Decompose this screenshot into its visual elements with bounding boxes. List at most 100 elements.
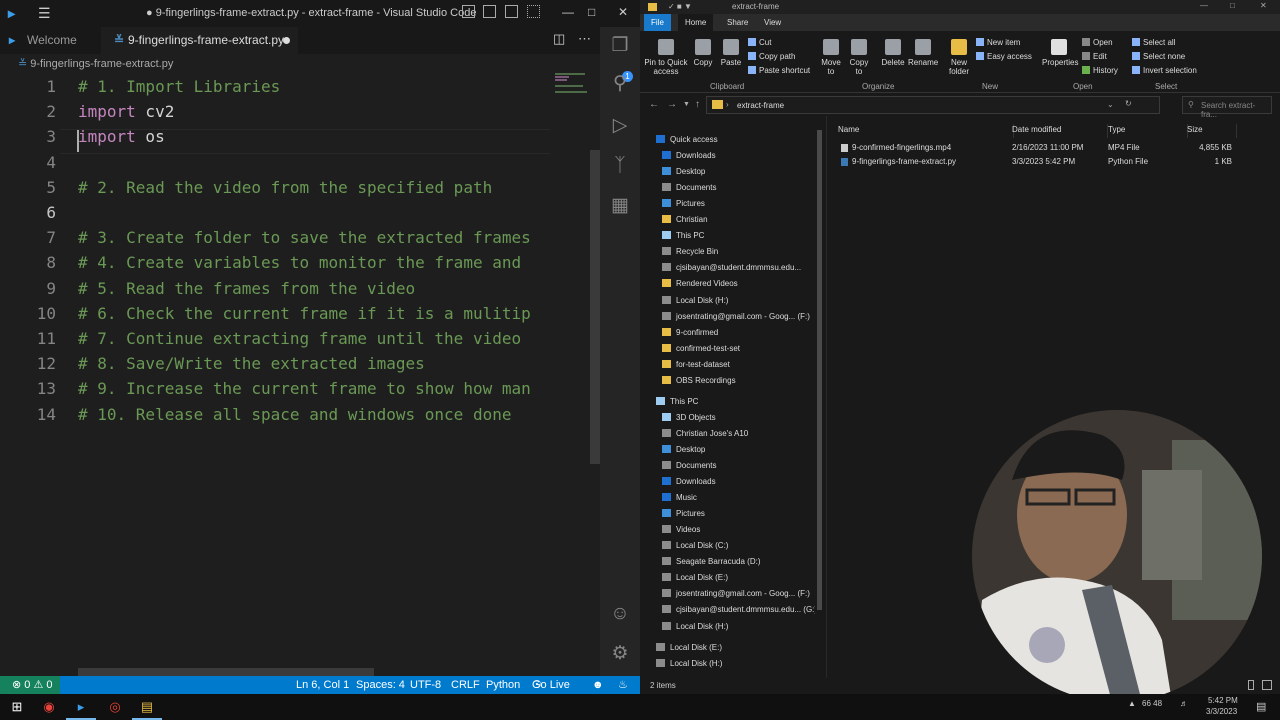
close-icon[interactable]: ✕ <box>1260 1 1267 10</box>
paste-button[interactable]: Paste <box>720 39 742 67</box>
toggle-sidebar-icon[interactable] <box>462 5 475 18</box>
code-line[interactable] <box>78 200 552 225</box>
chrome-icon[interactable]: ◎ <box>100 694 130 720</box>
search-icon[interactable]: ⚲ <box>609 73 631 95</box>
easy-access-button[interactable]: Easy access <box>976 52 1032 61</box>
select-all-button[interactable]: Select all <box>1132 38 1175 47</box>
tab-welcome[interactable]: ▸ Welcome <box>0 27 101 54</box>
code-editor[interactable]: 1 # 1. Import Libraries 2 import cv2 3 import… <box>0 72 600 668</box>
close-icon[interactable]: ✕ <box>618 5 628 19</box>
cursor-position[interactable]: Ln 6, Col 1 <box>296 676 349 694</box>
nav-item[interactable]: Recycle Bin✸ <box>662 244 824 260</box>
invert-selection-button[interactable]: Invert selection <box>1132 66 1197 75</box>
large-icons-view-icon[interactable] <box>1262 680 1272 690</box>
hamburger-menu-icon[interactable]: ☰ <box>38 5 51 22</box>
rename-button[interactable]: Rename <box>908 39 938 67</box>
nav-item[interactable]: 3D Objects <box>662 410 824 426</box>
properties-button[interactable]: Properties <box>1042 39 1078 67</box>
vscode-taskbar-icon[interactable]: ▸ <box>66 694 96 720</box>
nav-item[interactable]: josentrating@gmail.com - Goog... (F:) <box>662 586 824 602</box>
nav-item[interactable]: Documents <box>662 458 824 474</box>
nav-item[interactable]: Videos <box>662 522 824 538</box>
more-actions-icon[interactable]: ⋯ <box>578 31 591 47</box>
new-item-button[interactable]: New item <box>976 38 1020 47</box>
tab-file[interactable]: File <box>644 14 671 31</box>
clock-date[interactable]: 3/3/2023 <box>1206 707 1237 716</box>
notifications-bell-icon[interactable]: ♨ <box>618 676 628 694</box>
code-line[interactable]: # 5. Read the frames from the video <box>78 276 552 301</box>
new-folder-button[interactable]: New folder <box>946 39 972 76</box>
line-ending[interactable]: CRLF <box>451 676 480 694</box>
forward-arrow-icon[interactable]: → <box>667 99 677 110</box>
move-to-button[interactable]: Move to <box>820 39 842 76</box>
nav-scrollbar[interactable] <box>815 124 824 678</box>
nav-item[interactable]: 9-confirmed <box>662 325 824 341</box>
navigation-pane[interactable]: Quick access Downloads✸Desktop✸Documents✸… <box>640 126 824 678</box>
customize-layout-icon[interactable] <box>527 5 540 18</box>
nav-item[interactable]: Music <box>662 490 824 506</box>
tab-home[interactable]: Home <box>678 14 714 31</box>
code-line[interactable]: # 3. Create folder to save the extracted… <box>78 225 552 250</box>
minimap[interactable] <box>555 72 589 94</box>
windows-start-icon[interactable]: ⊞ <box>2 694 32 720</box>
nav-item[interactable]: for-test-dataset <box>662 357 824 373</box>
nav-item[interactable]: Pictures✸ <box>662 196 824 212</box>
chevron-down-icon[interactable]: ⌄ <box>1107 100 1114 109</box>
select-none-button[interactable]: Select none <box>1132 52 1185 61</box>
source-control-icon[interactable]: ᛉ <box>609 155 631 177</box>
toggle-panel-icon[interactable] <box>483 5 496 18</box>
column-date-modified[interactable]: Date modified <box>1012 124 1108 138</box>
open-button[interactable]: Open <box>1082 38 1113 47</box>
nav-item[interactable]: This PC✸ <box>662 228 824 244</box>
code-line[interactable]: # 7. Continue extracting frame until the… <box>78 326 552 351</box>
code-line[interactable]: # 4. Create variables to monitor the fra… <box>78 250 552 275</box>
nav-item[interactable]: Documents✸ <box>662 180 824 196</box>
minimize-icon[interactable]: — <box>562 5 574 19</box>
copy-to-button[interactable]: Copy to <box>848 39 870 76</box>
nav-item[interactable]: Desktop <box>662 442 824 458</box>
code-line[interactable]: # 1. Import Libraries <box>78 74 552 99</box>
nav-item[interactable]: josentrating@gmail.com - Goog... (F:)✸ <box>662 309 824 325</box>
copy-button[interactable]: Copy <box>692 39 714 67</box>
tab-view[interactable]: View <box>757 14 788 31</box>
up-arrow-icon[interactable]: ↑ <box>695 99 700 110</box>
column-name[interactable]: Name <box>838 124 1014 138</box>
clock-time[interactable]: 5:42 PM <box>1208 696 1238 705</box>
nav-item[interactable]: Christian✸ <box>662 212 824 228</box>
unsaved-dot-icon[interactable] <box>283 37 290 44</box>
nav-item[interactable]: Pictures <box>662 506 824 522</box>
delete-button[interactable]: Delete <box>880 39 906 67</box>
column-size[interactable]: Size <box>1187 124 1237 138</box>
code-line[interactable]: # 10. Release all space and windows once… <box>78 402 552 427</box>
nav-item[interactable]: Local Disk (C:) <box>662 538 824 554</box>
pin-to-quick-access-button[interactable]: Pin to Quick access <box>644 39 688 76</box>
encoding[interactable]: UTF-8 <box>410 676 441 694</box>
history-button[interactable]: History <box>1082 66 1118 75</box>
feedback-icon[interactable]: ☻ <box>592 676 604 694</box>
nav-item[interactable]: Local Disk (H:) <box>656 656 824 672</box>
maximize-icon[interactable]: □ <box>588 5 595 19</box>
language-mode[interactable]: Python <box>486 676 520 694</box>
minimize-icon[interactable]: — <box>1200 1 1208 10</box>
notifications-icon[interactable]: ▤ <box>1256 700 1266 713</box>
nav-item[interactable]: Local Disk (E:) <box>656 640 824 656</box>
recent-chevron-icon[interactable]: ▼ <box>683 101 690 108</box>
nav-item[interactable]: confirmed-test-set <box>662 341 824 357</box>
speaker-icon[interactable]: ♬ <box>1180 699 1188 708</box>
nav-item[interactable]: Rendered Videos✸ <box>662 276 824 292</box>
copy-path-button[interactable]: Copy path <box>748 52 795 61</box>
nav-item[interactable]: Christian Jose's A10 <box>662 426 824 442</box>
column-type[interactable]: Type <box>1108 124 1188 138</box>
cut-button[interactable]: Cut <box>748 38 771 47</box>
maximize-icon[interactable]: □ <box>1230 1 1235 10</box>
tab-fingerlings-frame-extract[interactable]: ≚ 9-fingerlings-frame-extract.py <box>101 27 298 54</box>
refresh-icon[interactable]: ↻ <box>1125 99 1132 108</box>
nav-item[interactable]: Local Disk (H:)✸ <box>662 293 824 309</box>
code-line[interactable]: # 2. Read the video from the specified p… <box>78 175 552 200</box>
details-view-icon[interactable] <box>1248 680 1254 690</box>
breadcrumb[interactable]: ≚ 9-fingerlings-frame-extract.py <box>18 57 173 70</box>
nav-item[interactable]: Local Disk (E:) <box>662 570 824 586</box>
back-arrow-icon[interactable]: ← <box>649 99 659 110</box>
code-line[interactable]: # 9. Increase the current frame to show … <box>78 376 552 401</box>
file-row[interactable]: 9-fingerlings-frame-extract.py 3/3/2023 5… <box>838 155 1278 169</box>
